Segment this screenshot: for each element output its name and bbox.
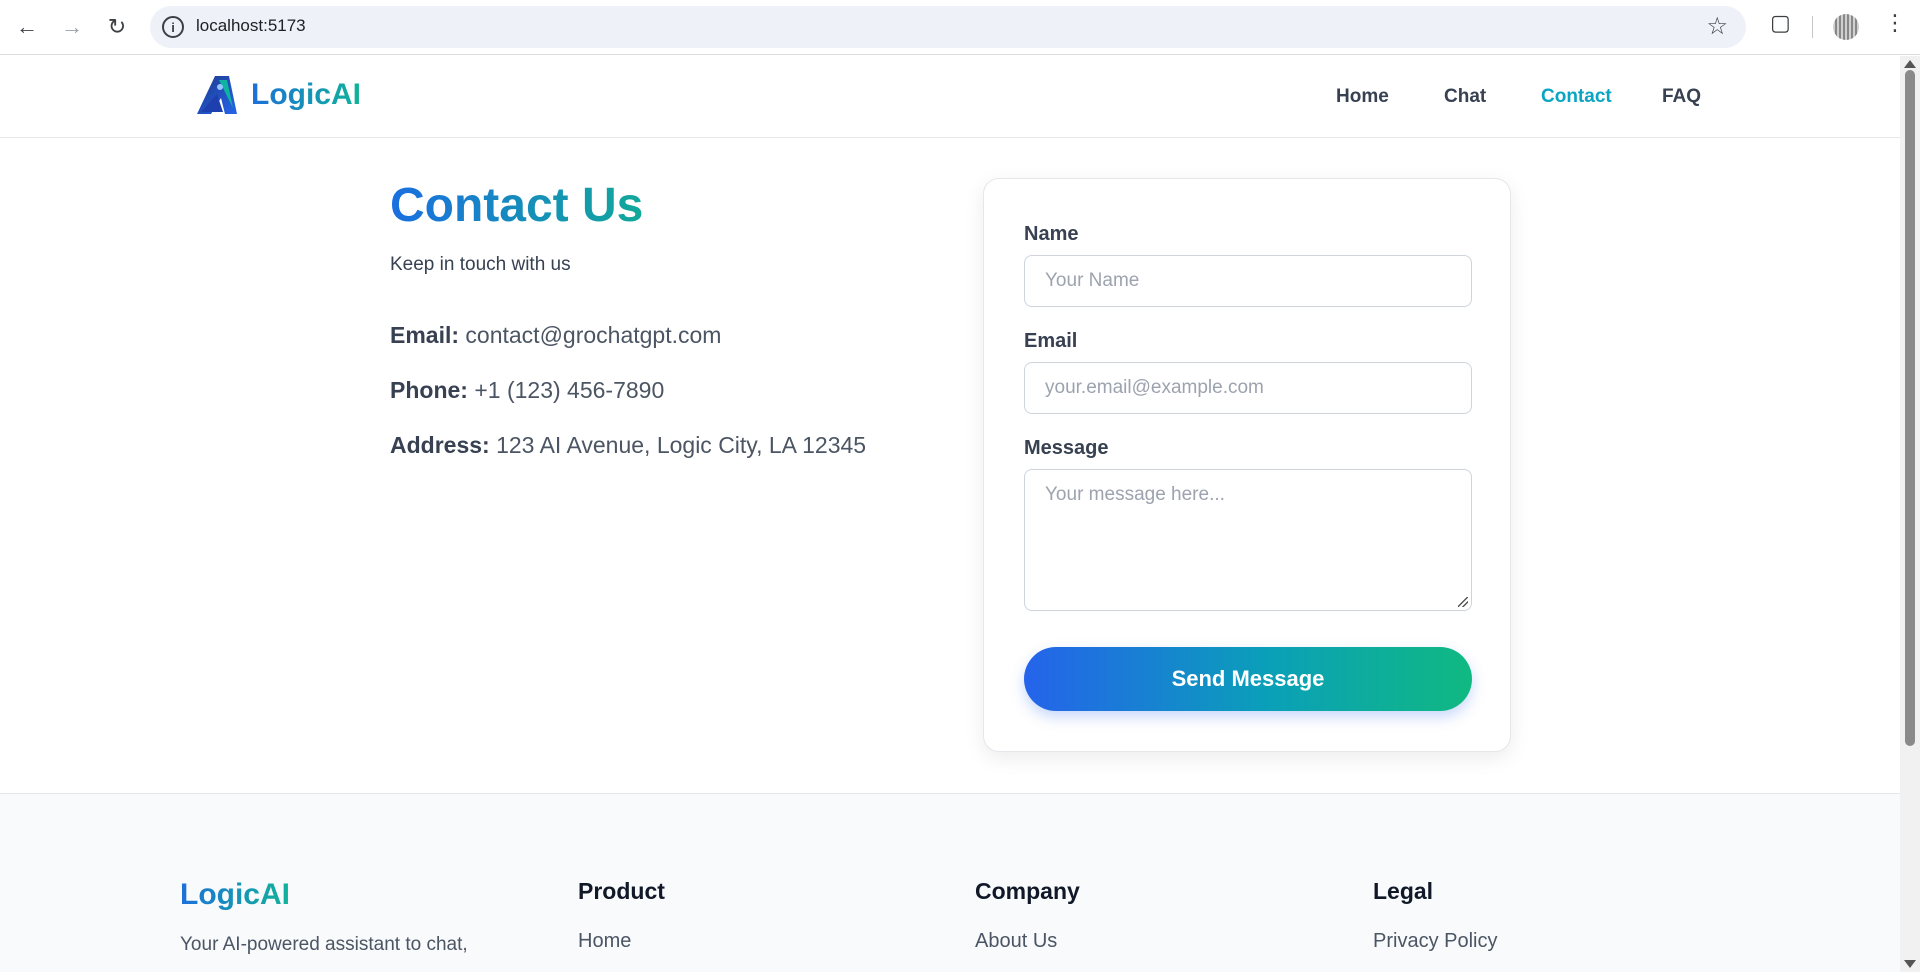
forward-arrow-icon[interactable]: → (57, 12, 87, 42)
menu-kebab-icon[interactable]: ⋮ (1884, 10, 1906, 36)
footer-link-privacy[interactable]: Privacy Policy (1373, 930, 1497, 953)
browser-toolbar: ← → ↻ i localhost:5173 ☆ ▢ ⋮ (0, 0, 1920, 55)
email-info-label: Email: (390, 322, 460, 348)
page-title: Contact Us (390, 179, 644, 232)
toolbar-divider (1812, 16, 1813, 38)
footer-link-home[interactable]: Home (578, 930, 631, 953)
send-message-button[interactable]: Send Message (1024, 647, 1472, 711)
name-input[interactable]: Your Name (1024, 255, 1472, 307)
message-field-label: Message (1024, 437, 1109, 459)
message-placeholder: Your message here... (1045, 484, 1225, 505)
address-info-value: 123 AI Avenue, Logic City, LA 12345 (496, 432, 867, 458)
contact-email: Email: contact@grochatgpt.com (390, 322, 721, 349)
email-placeholder: your.email@example.com (1045, 377, 1264, 398)
phone-info-value: +1 (123) 456-7890 (474, 377, 665, 403)
bookmark-star-icon[interactable]: ☆ (1706, 12, 1728, 41)
nav-chat[interactable]: Chat (1444, 86, 1486, 108)
site-info-icon[interactable]: i (162, 16, 184, 38)
extensions-icon[interactable]: ▢ (1770, 10, 1791, 36)
profile-avatar[interactable] (1833, 14, 1859, 40)
contact-address: Address: 123 AI Avenue, Logic City, LA 1… (390, 432, 866, 459)
site-header: LogicAI Home Chat Contact FAQ (0, 56, 1900, 138)
brand-logo[interactable]: LogicAI (195, 74, 361, 116)
brand-name: LogicAI (251, 78, 361, 111)
resize-handle-icon[interactable] (1458, 597, 1468, 607)
nav-home[interactable]: Home (1336, 86, 1389, 108)
reload-icon[interactable]: ↻ (102, 12, 132, 42)
name-placeholder: Your Name (1045, 270, 1140, 291)
nav-faq[interactable]: FAQ (1662, 86, 1701, 108)
address-info-label: Address: (390, 432, 490, 458)
scroll-down-icon[interactable] (1904, 960, 1916, 968)
footer-product-title: Product (578, 878, 665, 904)
scrollbar-thumb[interactable] (1905, 70, 1915, 746)
contact-phone: Phone: +1 (123) 456-7890 (390, 377, 664, 404)
back-arrow-icon[interactable]: ← (12, 12, 42, 42)
page-content: LogicAI Home Chat Contact FAQ Contact Us… (0, 56, 1900, 972)
footer-legal-title: Legal (1373, 878, 1434, 904)
footer-brand: LogicAI (180, 878, 290, 911)
footer-company-title: Company (975, 878, 1080, 904)
message-textarea[interactable]: Your message here... (1024, 469, 1472, 611)
page-subtitle: Keep in touch with us (390, 254, 571, 275)
logicai-logo-icon (197, 76, 237, 114)
email-input[interactable]: your.email@example.com (1024, 362, 1472, 414)
footer-description: Your AI-powered assistant to chat, (180, 934, 468, 955)
footer-link-about[interactable]: About Us (975, 930, 1057, 953)
url-text[interactable]: localhost:5173 (196, 16, 306, 36)
scroll-up-icon[interactable] (1904, 60, 1916, 68)
nav-contact[interactable]: Contact (1541, 86, 1612, 108)
email-info-value: contact@grochatgpt.com (465, 322, 722, 348)
name-field-label: Name (1024, 223, 1079, 245)
page-scrollbar[interactable] (1900, 56, 1920, 972)
address-bar[interactable]: i localhost:5173 ☆ (150, 6, 1746, 48)
contact-form: Name Your Name Email your.email@example.… (983, 178, 1511, 752)
site-footer: LogicAI Your AI-powered assistant to cha… (0, 793, 1900, 972)
email-field-label: Email (1024, 330, 1078, 352)
phone-info-label: Phone: (390, 377, 468, 403)
